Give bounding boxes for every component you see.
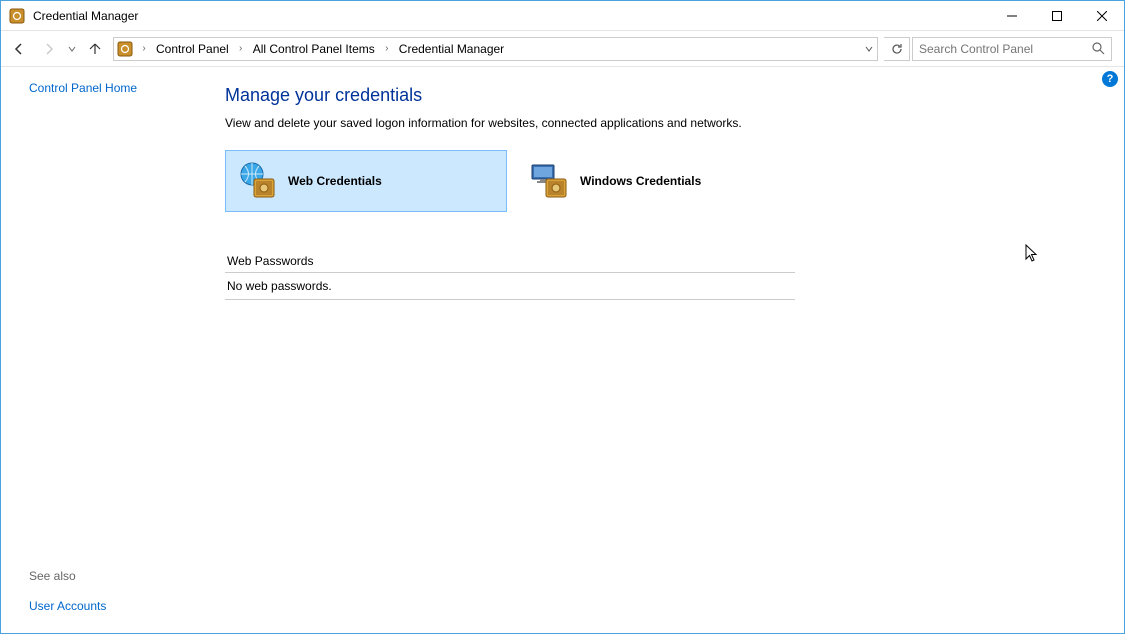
chevron-right-icon: › [136, 43, 152, 54]
cursor-icon [1025, 244, 1039, 264]
web-credentials-label: Web Credentials [288, 174, 382, 188]
chevron-right-icon: › [233, 43, 249, 54]
control-panel-home-link[interactable]: Control Panel Home [29, 81, 211, 95]
web-credentials-tile[interactable]: Web Credentials [225, 150, 507, 212]
breadcrumb-leaf-label: Credential Manager [395, 42, 508, 56]
address-dropdown[interactable] [859, 37, 877, 61]
search-input[interactable] [919, 42, 1092, 56]
credential-manager-window: Credential Manager › [0, 0, 1125, 634]
titlebar: Credential Manager [1, 1, 1124, 31]
minimize-button[interactable] [989, 1, 1034, 30]
breadcrumb-leaf[interactable]: › Credential Manager [379, 38, 508, 60]
user-accounts-link[interactable]: User Accounts [29, 599, 106, 613]
search-box[interactable] [912, 37, 1112, 61]
windows-credentials-tile[interactable]: Windows Credentials [517, 150, 799, 212]
search-icon [1092, 42, 1105, 55]
close-button[interactable] [1079, 1, 1124, 30]
breadcrumb-mid-label: All Control Panel Items [249, 42, 379, 56]
up-button[interactable] [81, 35, 109, 63]
back-button[interactable] [5, 35, 33, 63]
page-heading: Manage your credentials [225, 85, 1104, 106]
see-also-heading: See also [29, 569, 211, 583]
globe-vault-icon [234, 157, 282, 205]
app-icon [9, 8, 25, 24]
web-passwords-empty-text: No web passwords. [225, 273, 795, 300]
address-bar[interactable]: › Control Panel › All Control Panel Item… [113, 37, 878, 61]
forward-button[interactable] [35, 35, 63, 63]
main-panel: Manage your credentials View and delete … [211, 67, 1124, 633]
window-title: Credential Manager [33, 9, 138, 23]
credential-type-tiles: Web Credentials Windows Credential [225, 150, 1104, 212]
navbar: › Control Panel › All Control Panel Item… [1, 31, 1124, 67]
breadcrumb-root-label: Control Panel [152, 42, 233, 56]
windows-credentials-label: Windows Credentials [580, 174, 701, 188]
recent-locations-dropdown[interactable] [65, 45, 79, 53]
see-also-section: See also User Accounts [29, 569, 211, 615]
sidebar: Control Panel Home See also User Account… [1, 67, 211, 633]
monitor-vault-icon [526, 157, 574, 205]
content-body: ? Control Panel Home See also User Accou… [1, 67, 1124, 633]
control-panel-icon [114, 38, 136, 60]
page-description: View and delete your saved logon informa… [225, 116, 1104, 130]
breadcrumb-mid[interactable]: › All Control Panel Items [233, 38, 379, 60]
maximize-button[interactable] [1034, 1, 1079, 30]
breadcrumb-root[interactable]: › Control Panel [136, 38, 233, 60]
web-passwords-heading: Web Passwords [225, 250, 795, 273]
chevron-right-icon: › [379, 43, 395, 54]
refresh-button[interactable] [884, 37, 910, 61]
